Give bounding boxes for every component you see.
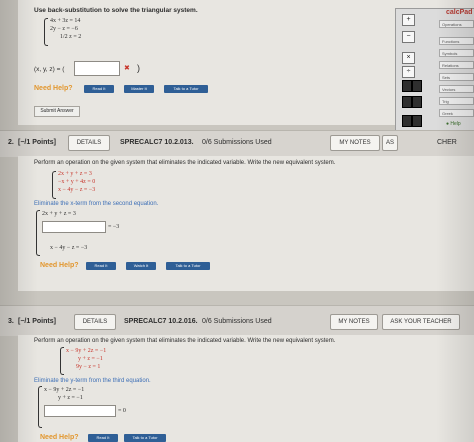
q3-my-notes-button[interactable]: MY NOTES [330,314,378,330]
q3-points: [−/1 Points] [18,318,56,325]
q3-code: SPRECALC7 10.2.016. [124,318,198,325]
exponent-key[interactable] [412,80,422,92]
q1-instruction: Use back-substitution to solve the trian… [34,7,198,14]
q1-eq1: 4x + 3z = 14 [50,18,81,24]
q1-eq3: 1/2 z = 2 [60,34,82,40]
q2-my-notes-button[interactable]: MY NOTES [330,135,380,151]
calcpad-relations[interactable]: Relations [439,61,474,69]
nthroot-key[interactable] [412,96,422,108]
q2-eq3: x − 4y − z = −3 [58,187,96,193]
q2-eq1: 2x + y + z = 3 [58,171,92,177]
fraction-key[interactable] [402,80,412,92]
q2-need-help: Need Help? [40,262,79,269]
abs-key[interactable] [402,115,412,127]
q2-submissions: 0/6 Submissions Used [202,139,272,146]
q3-new-eq3-rhs: = 0 [118,408,126,414]
calcpad-symbols[interactable]: Symbols [439,49,474,57]
plus-key[interactable]: + [402,14,415,26]
q2-instruction: Perform an operation on the given system… [34,160,336,166]
q3-submissions: 0/6 Submissions Used [202,318,272,325]
q3-new-eq2: y + z = −1 [58,395,83,401]
q3-details-button[interactable]: DETAILS [74,314,116,330]
q2-talk-tutor-button[interactable]: Talk to a Tutor [166,262,210,270]
calcpad-title: calcPad [446,9,473,16]
q3-system-brace [60,347,64,375]
q1-master-it-button[interactable]: Master It [124,85,154,93]
calcpad-trig[interactable]: Trig [439,97,474,105]
sqrt-key[interactable] [402,96,412,108]
q3-number: 3. [8,318,14,325]
q3-talk-tutor-button[interactable]: Talk to a Tutor [124,434,166,442]
q2-number: 2. [8,139,14,146]
q2-code: SPRECALC7 10.2.013. [120,139,194,146]
q2-new-system-brace [36,210,40,256]
q2-ask-teacher-tail: CHER [437,139,457,146]
q3-need-help: Need Help? [40,434,79,441]
q1-system-brace [44,18,48,46]
q3-eq2: y + z = −1 [78,356,103,362]
q3-new-system-brace [38,386,42,428]
q2-ask-teacher-button[interactable]: AS [382,135,398,151]
q2-new-eq3: x − 4y − z = −3 [50,245,88,251]
q1-need-help: Need Help? [34,85,73,92]
calcpad-functions[interactable]: Functions [439,37,474,45]
incorrect-icon: ✖ [124,65,130,72]
divide-key[interactable]: ÷ [402,66,415,78]
minus-key[interactable]: − [402,31,415,43]
q2-new-eq2-input[interactable] [42,221,106,233]
q2-system-brace [52,171,56,199]
answer-input[interactable] [74,61,120,76]
help-icon: ● [446,121,450,127]
q1-talk-tutor-button[interactable]: Talk to a Tutor [164,85,208,93]
q3-read-it-button[interactable]: Read It [88,434,118,442]
answer-label: (x, y, z) = ( [34,66,65,73]
q3-instruction: Perform an operation on the given system… [34,338,336,344]
q3-new-eq3-input[interactable] [44,405,116,417]
q2-new-eq2-rhs: = −3 [108,224,120,230]
submit-answer-button[interactable]: Submit Answer [34,106,80,117]
q1-read-it-button[interactable]: Read It [84,85,114,93]
q2-points: [−/1 Points] [18,139,56,146]
q2-new-eq1: 2x + y + z = 3 [42,211,76,217]
answer-close-paren: ) [137,63,140,73]
calcpad-sets[interactable]: Sets [439,73,474,81]
q3-new-eq1: x − 9y + 2z = −1 [44,387,85,393]
q3-system: x − 9y + 2z = −1 y + z = −1 9y − z = 1 [66,347,106,371]
q3-eliminate-instruction: Eliminate the y-term from the third equa… [34,378,151,384]
q2-read-it-button[interactable]: Read It [86,262,116,270]
calcpad-greek[interactable]: Greek [439,109,474,117]
calcpad-operations[interactable]: Operations [439,20,474,28]
q1-system: 4x + 3z = 14 2y − z = −6 1/2 z = 2 [50,17,81,41]
times-key[interactable]: × [402,52,415,64]
q2-watch-it-button[interactable]: Watch It [126,262,156,270]
q3-ask-teacher-button[interactable]: ASK YOUR TEACHER [382,314,460,330]
paren-key[interactable] [412,115,422,127]
q3-eq3: 9y − z = 1 [76,364,101,370]
q1-eq2: 2y − z = −6 [50,26,78,32]
q2-details-button[interactable]: DETAILS [68,135,110,151]
calcpad-help-label: Help [450,121,461,127]
q2-system: 2x + y + z = 3 −x + y + 4z = 0 x − 4y − … [58,170,95,194]
q2-eliminate-instruction: Eliminate the x-term from the second equ… [34,201,159,207]
q3-eq1: x − 9y + 2z = −1 [66,348,107,354]
calcpad-vectors[interactable]: Vectors [439,85,474,93]
q2-eq2: −x + y + 4z = 0 [58,179,96,185]
calcpad-help[interactable]: ● Help [446,121,461,127]
